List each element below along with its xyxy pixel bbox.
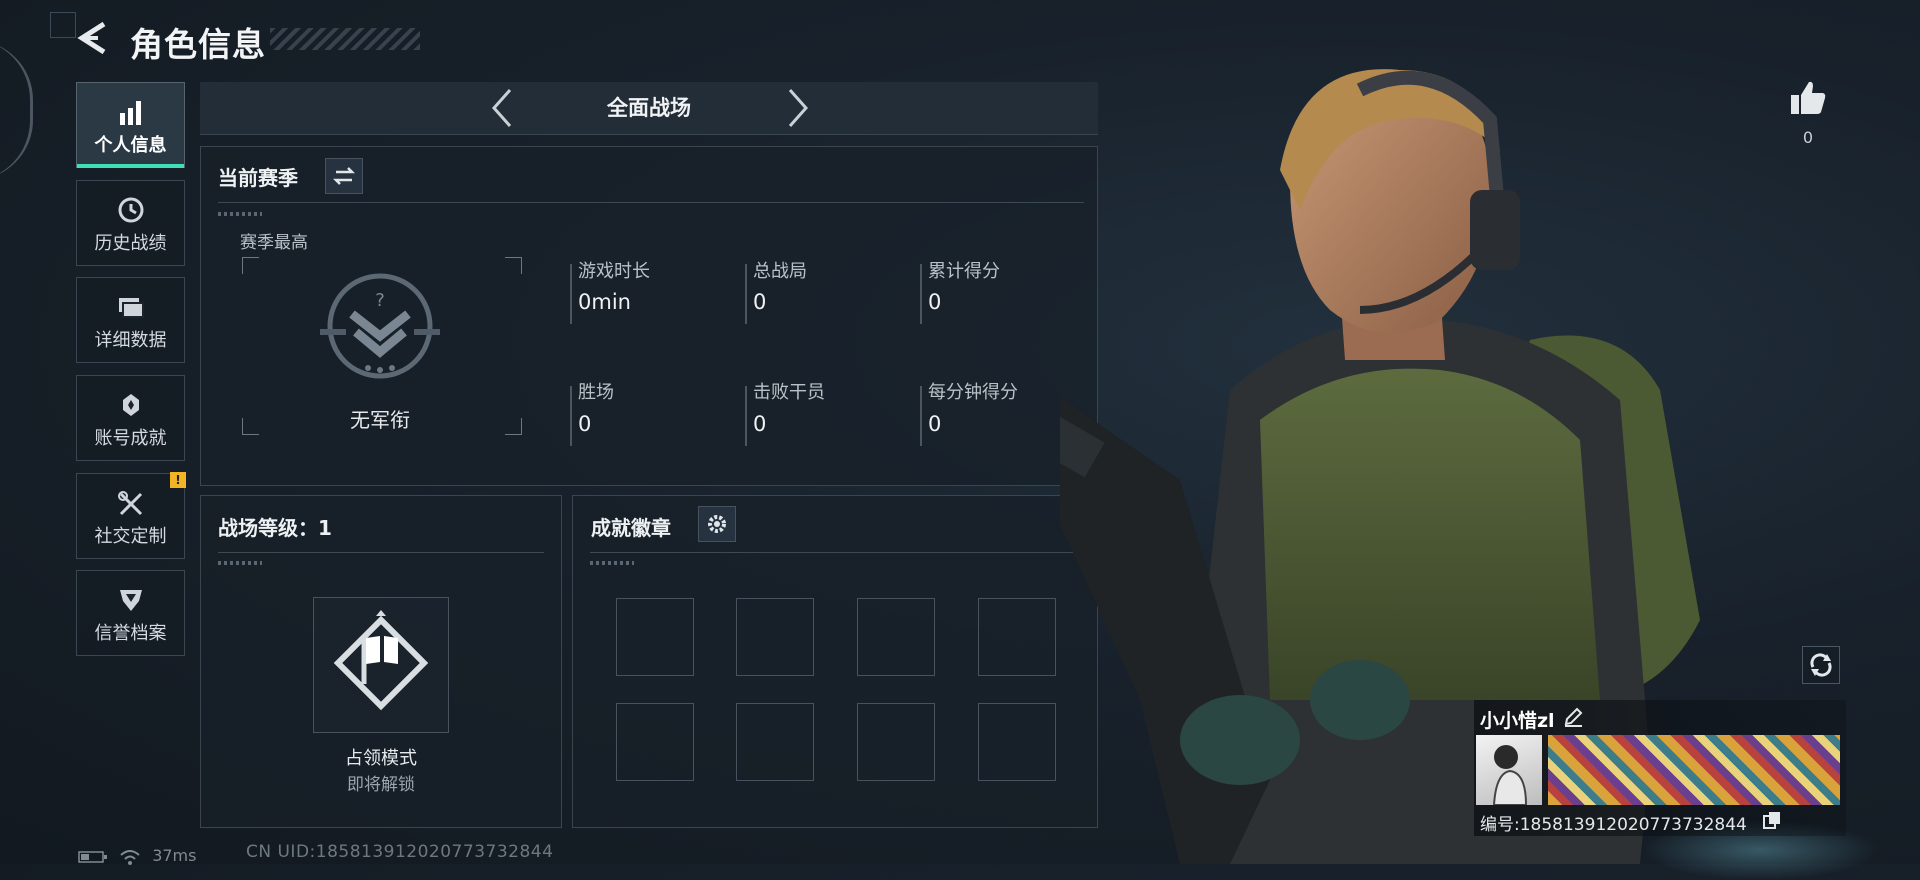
sidebar-item-label: 历史战绩 bbox=[94, 233, 167, 254]
edge-arc-decoration bbox=[0, 40, 33, 180]
sidebar-item-label: 社交定制 bbox=[94, 526, 167, 547]
player-id: 编号:1858139120207737328​44 bbox=[1480, 815, 1747, 835]
sidebar-item-social-custom[interactable]: ! 社交定制 bbox=[76, 472, 186, 559]
mode-status: 即将解锁 bbox=[347, 775, 415, 795]
thumbs-up-icon[interactable] bbox=[1788, 78, 1828, 118]
mode-label: 全面战场 bbox=[607, 96, 691, 120]
player-name: 小小惜zl bbox=[1480, 710, 1555, 732]
uid-text: CN UID:1858139120207737328​44 bbox=[246, 842, 554, 862]
sidebar-item-label: 账号成就 bbox=[94, 428, 167, 449]
wifi-icon bbox=[120, 849, 140, 865]
refresh-icon bbox=[1810, 653, 1832, 677]
stat-label: 击败干员 bbox=[753, 382, 825, 403]
shield-icon bbox=[119, 590, 142, 611]
dots-decoration bbox=[590, 561, 634, 565]
stat-value: 0 bbox=[578, 412, 592, 436]
rank-emblem-icon: ? bbox=[320, 273, 440, 379]
sidebar-item-label: 信誉档案 bbox=[94, 623, 167, 644]
level-title: 战场等级：1 bbox=[218, 516, 332, 540]
corner-decoration bbox=[50, 12, 76, 38]
tools-icon bbox=[117, 491, 142, 516]
divider bbox=[218, 552, 544, 553]
stat-divider bbox=[920, 264, 922, 324]
sidebar-item-detailed-data[interactable]: 详细数据 bbox=[76, 277, 185, 363]
divider bbox=[218, 202, 1084, 203]
folder-icon bbox=[118, 298, 144, 318]
battery-icon bbox=[78, 850, 107, 863]
back-arrow-icon[interactable] bbox=[76, 20, 110, 56]
player-banner-image bbox=[1548, 735, 1840, 805]
stat-value: 0 bbox=[753, 412, 767, 436]
season-best-label: 赛季最高 bbox=[240, 233, 308, 253]
mode-name: 占领模式 bbox=[345, 748, 417, 769]
ping-value: 37ms bbox=[152, 846, 197, 865]
avatar-figure-icon bbox=[1492, 745, 1528, 805]
stat-divider bbox=[745, 264, 747, 324]
stat-divider bbox=[745, 386, 747, 446]
avatar[interactable] bbox=[1476, 735, 1542, 805]
edit-pencil-icon[interactable] bbox=[1562, 706, 1584, 728]
badge-slot[interactable] bbox=[736, 703, 814, 781]
badge-title: 成就徽章 bbox=[591, 516, 671, 540]
dots-decoration bbox=[218, 212, 262, 216]
medal-icon bbox=[122, 394, 139, 416]
flag-diamond-icon bbox=[333, 610, 429, 711]
clock-icon bbox=[118, 197, 143, 223]
badge-slot[interactable] bbox=[857, 598, 935, 676]
sidebar-item-history[interactable]: 历史战绩 bbox=[76, 180, 185, 266]
alert-badge: ! bbox=[170, 472, 186, 488]
badge-slot[interactable] bbox=[857, 703, 935, 781]
badge-slot[interactable] bbox=[736, 598, 814, 676]
badge-slot[interactable] bbox=[978, 598, 1056, 676]
season-title: 当前赛季 bbox=[218, 166, 298, 190]
stat-label: 每分钟得分 bbox=[928, 382, 1018, 403]
capture-mode-tile[interactable] bbox=[313, 597, 449, 733]
gear-icon bbox=[708, 515, 726, 533]
sidebar-item-achievements[interactable]: 账号成就 bbox=[76, 375, 185, 461]
divider bbox=[590, 552, 1080, 553]
sidebar-item-reputation[interactable]: 信誉档案 bbox=[76, 570, 185, 656]
rotate-character-button[interactable] bbox=[1802, 646, 1840, 684]
badge-slot[interactable] bbox=[978, 703, 1056, 781]
title-stripes-decoration bbox=[270, 28, 420, 50]
badge-slot[interactable] bbox=[616, 703, 694, 781]
stat-divider bbox=[920, 386, 922, 446]
stat-label: 胜场 bbox=[578, 382, 614, 403]
stat-label: 总战局 bbox=[753, 261, 807, 282]
bar-chart-icon bbox=[119, 101, 141, 125]
stat-value: 0 bbox=[928, 290, 942, 314]
rank-name: 无军衔 bbox=[350, 408, 410, 432]
like-count: 0 bbox=[1802, 128, 1814, 147]
copy-icon[interactable] bbox=[1762, 810, 1782, 830]
stat-value: 0 bbox=[753, 290, 767, 314]
stat-divider bbox=[570, 264, 572, 324]
dots-decoration bbox=[218, 561, 262, 565]
sidebar-item-label: 详细数据 bbox=[94, 330, 167, 351]
stat-label: 累计得分 bbox=[928, 261, 1000, 282]
stat-value: 0min bbox=[578, 290, 631, 314]
mode-next-chevron-icon[interactable] bbox=[778, 86, 818, 130]
sidebar-item-label: 个人信息 bbox=[94, 135, 167, 156]
svg-text:?: ? bbox=[375, 290, 385, 311]
stat-label: 游戏时长 bbox=[578, 261, 650, 282]
stat-divider bbox=[570, 386, 572, 446]
stat-value: 0 bbox=[928, 412, 942, 436]
badge-settings-button[interactable] bbox=[698, 506, 736, 542]
swap-arrows-icon bbox=[332, 167, 356, 185]
status-bar: 37ms bbox=[78, 846, 196, 865]
season-switch-button[interactable] bbox=[325, 158, 363, 194]
sidebar-item-personal-info[interactable]: 个人信息 bbox=[76, 82, 185, 168]
page-title: 角色信息 bbox=[130, 25, 266, 64]
badge-slot[interactable] bbox=[616, 598, 694, 676]
